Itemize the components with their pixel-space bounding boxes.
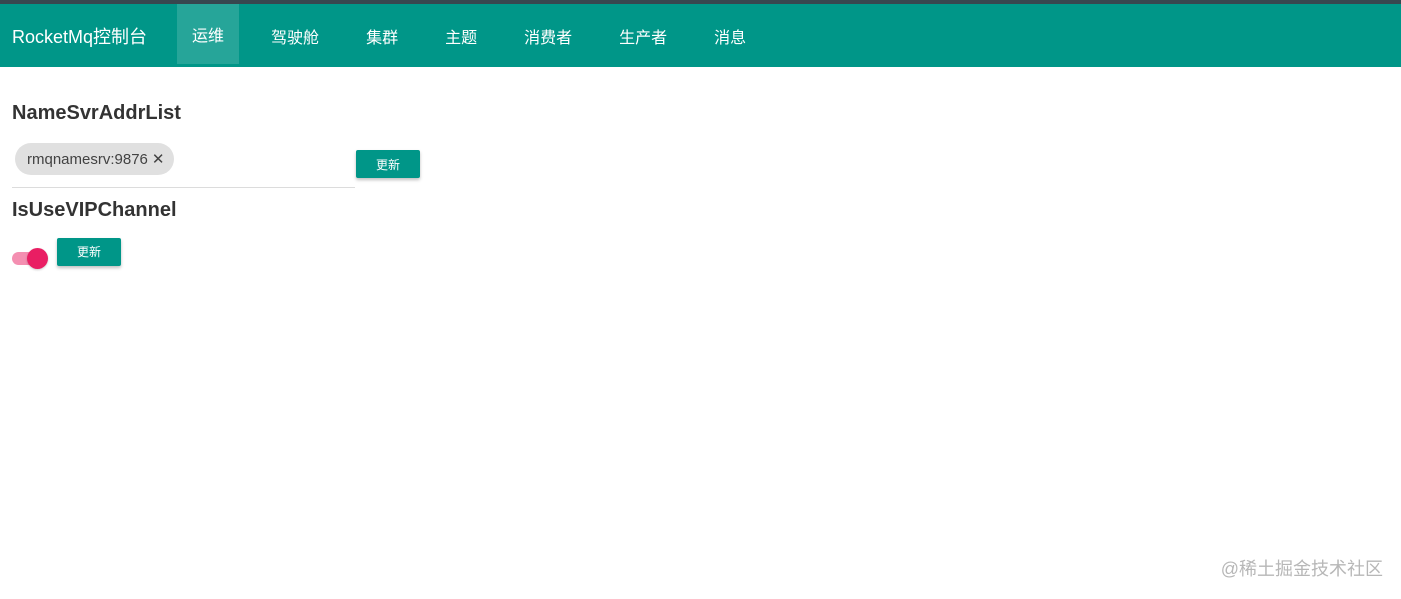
nav-item-producer[interactable]: 生产者 — [604, 6, 682, 66]
vip-update-button[interactable]: 更新 — [57, 237, 121, 266]
nav-item-dashboard[interactable]: 驾驶舱 — [256, 6, 334, 66]
namesrv-chip-label: rmqnamesrv:9876 — [27, 150, 148, 168]
ops-content: NameSvrAddrList rmqnamesrv:9876 ✕ 更新 IsU… — [0, 67, 1401, 270]
namesrv-chips-input[interactable]: rmqnamesrv:9876 ✕ — [12, 143, 355, 188]
nav-item-consumer[interactable]: 消费者 — [509, 6, 587, 66]
close-icon[interactable]: ✕ — [152, 150, 165, 168]
nav-item-cluster[interactable]: 集群 — [351, 6, 413, 66]
brand-title: RocketMq控制台 — [12, 26, 148, 47]
namesrv-section-title: NameSvrAddrList — [12, 102, 181, 124]
navbar: RocketMq控制台 运维 驾驶舱 集群 主题 消费者 生产者 消息 — [0, 4, 1401, 67]
nav-item-ops[interactable]: 运维 — [177, 4, 240, 64]
nav-item-topic[interactable]: 主题 — [430, 6, 492, 66]
namesrv-chip: rmqnamesrv:9876 ✕ — [15, 143, 175, 175]
vip-channel-toggle[interactable] — [12, 242, 48, 270]
namesrv-row: rmqnamesrv:9876 ✕ 更新 — [12, 143, 1401, 188]
nav-item-message[interactable]: 消息 — [699, 6, 761, 66]
toggle-thumb — [27, 248, 48, 269]
namesrv-update-button[interactable]: 更新 — [356, 150, 420, 178]
watermark: @稀土掘金技术社区 — [1220, 559, 1383, 579]
vip-row: 更新 — [12, 237, 1401, 270]
vip-section-title: IsUseVIPChannel — [12, 199, 177, 221]
